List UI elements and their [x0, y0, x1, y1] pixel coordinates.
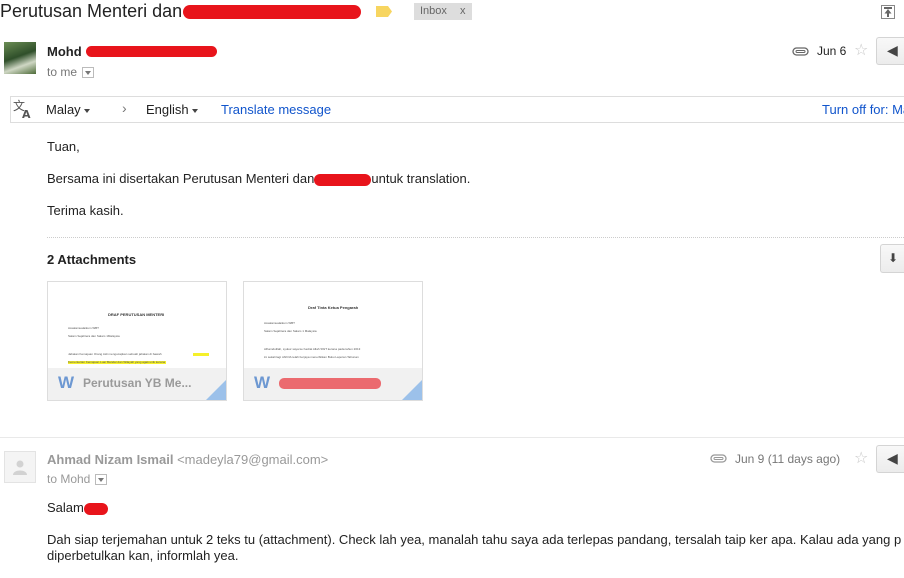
target-language-caret-icon: [191, 108, 198, 113]
redacted-text: [83, 502, 108, 515]
attachments-title: 2 Attachments: [47, 252, 137, 267]
preview-line: ini sekali lagi JAKOA telah berjaya mene…: [264, 355, 359, 359]
attachment-preview: DRAF PERUTUSAN MENTERI Assalamualaikum W…: [48, 282, 226, 368]
turn-off-translation-link[interactable]: Turn off for: Ma: [822, 102, 904, 117]
greeting-text: Salam: [47, 500, 84, 515]
page-fold-icon: [402, 380, 422, 400]
preview-line: Kementerian Kemajuan Luar Bandar dan Wil…: [68, 360, 166, 364]
sender-name[interactable]: Ahmad Nizam Ismail: [47, 452, 173, 467]
sender-avatar[interactable]: [4, 42, 36, 74]
source-language-select[interactable]: Malay: [46, 102, 90, 117]
attachment-name: Perutusan YB Me...: [83, 376, 192, 390]
source-language-caret-icon: [83, 108, 90, 113]
message-line-start: Bersama ini disertakan Perutusan Menteri…: [47, 171, 315, 186]
preview-title: Draf Tinta Ketua Pengarah: [308, 305, 359, 310]
reply-arrow-icon: ◀: [887, 450, 898, 466]
attachment-footer: W: [244, 368, 422, 400]
preview-line: Alhamdulilah, syukur saya ke hadrat Alla…: [264, 347, 361, 351]
email-subject: Perutusan Menteri dan: [0, 1, 183, 21]
language-arrow: ›: [122, 100, 127, 116]
preview-line: Salam Sejahtera dan Salam 1 Malaysia: [264, 329, 317, 333]
message-closing: Terima kasih.: [47, 203, 124, 218]
sender-avatar-placeholder[interactable]: [4, 451, 36, 483]
show-details-dropdown[interactable]: [95, 474, 108, 486]
star-icon[interactable]: ☆: [854, 40, 868, 60]
redacted-text: [314, 173, 372, 186]
message-line-end: untuk translation.: [371, 171, 471, 186]
redacted-sender: [86, 46, 217, 57]
preview-highlight: [193, 353, 209, 356]
word-doc-icon: W: [254, 373, 271, 392]
inbox-label-chip[interactable]: Inbox x: [414, 3, 472, 20]
translate-icon: 文 A: [13, 98, 31, 120]
to-mohd-text: to Mohd: [47, 472, 91, 486]
attachment-preview: Draf Tinta Ketua Pengarah Assalamualaiku…: [244, 282, 422, 368]
source-language-label: Malay: [46, 102, 81, 117]
recipient-line: to me: [47, 65, 95, 79]
attachment-clip-icon: [710, 454, 727, 463]
message-body-line: diperbetulkan kan, informlah yea.: [47, 548, 239, 563]
preview-line: Assalamualaikum WBT: [68, 326, 100, 330]
message-body-line: Dah siap terjemahan untuk 2 teks tu (att…: [47, 532, 902, 547]
redacted-subject: [183, 5, 361, 19]
reply-button[interactable]: ◀: [876, 37, 904, 65]
preview-line: Salam Sejahtera dan Salam 1Malaysia: [68, 334, 120, 338]
word-doc-icon: W: [58, 373, 75, 392]
message-separator: [0, 437, 904, 438]
preview-line: Jabatan Kemajuan Orang Asli mengucapkan …: [68, 352, 162, 356]
attachments-divider: [47, 237, 904, 238]
inbox-label-text: Inbox: [420, 5, 447, 17]
star-icon[interactable]: ☆: [854, 448, 868, 468]
message-line: Bersama ini disertakan Perutusan Menteri…: [47, 171, 470, 186]
preview-line: Assalamualaikum WBT: [264, 321, 296, 325]
translate-bar: [10, 96, 904, 123]
message-greeting: Tuan,: [47, 139, 80, 154]
label-tag-icon[interactable]: [376, 6, 392, 17]
target-language-select[interactable]: English: [146, 102, 198, 117]
sender-email: <madeyla79@gmail.com>: [177, 452, 329, 467]
download-icon: ⬇: [888, 251, 899, 265]
attachment-card[interactable]: Draf Tinta Ketua Pengarah Assalamualaiku…: [243, 281, 423, 401]
redacted-attachment-name: [279, 378, 381, 389]
reply-button[interactable]: ◀: [876, 445, 904, 473]
message-greeting: Salam: [47, 500, 108, 515]
reply-arrow-icon: ◀: [887, 42, 898, 58]
recipient-line: to Mohd: [47, 472, 108, 486]
target-language-label: English: [146, 102, 189, 117]
message-date: Jun 9 (11 days ago): [735, 452, 841, 466]
page-fold-icon: [206, 380, 226, 400]
sender-name[interactable]: Mohd: [47, 44, 82, 59]
message-date: Jun 6: [817, 44, 847, 58]
attachment-footer: W Perutusan YB Me...: [48, 368, 226, 400]
svg-text:A: A: [22, 108, 31, 120]
attachment-card[interactable]: DRAF PERUTUSAN MENTERI Assalamualaikum W…: [47, 281, 227, 401]
download-all-button[interactable]: ⬇: [880, 244, 904, 273]
sender-line: Ahmad Nizam Ismail <madeyla79@gmail.com>: [47, 452, 328, 467]
to-me-text: to me: [47, 65, 78, 79]
attachment-clip-icon: [792, 47, 809, 56]
print-icon[interactable]: [881, 5, 895, 19]
remove-label-button[interactable]: x: [460, 3, 466, 20]
show-details-dropdown[interactable]: [82, 67, 95, 79]
preview-title: DRAF PERUTUSAN MENTERI: [108, 312, 165, 317]
translate-message-link[interactable]: Translate message: [221, 102, 331, 117]
